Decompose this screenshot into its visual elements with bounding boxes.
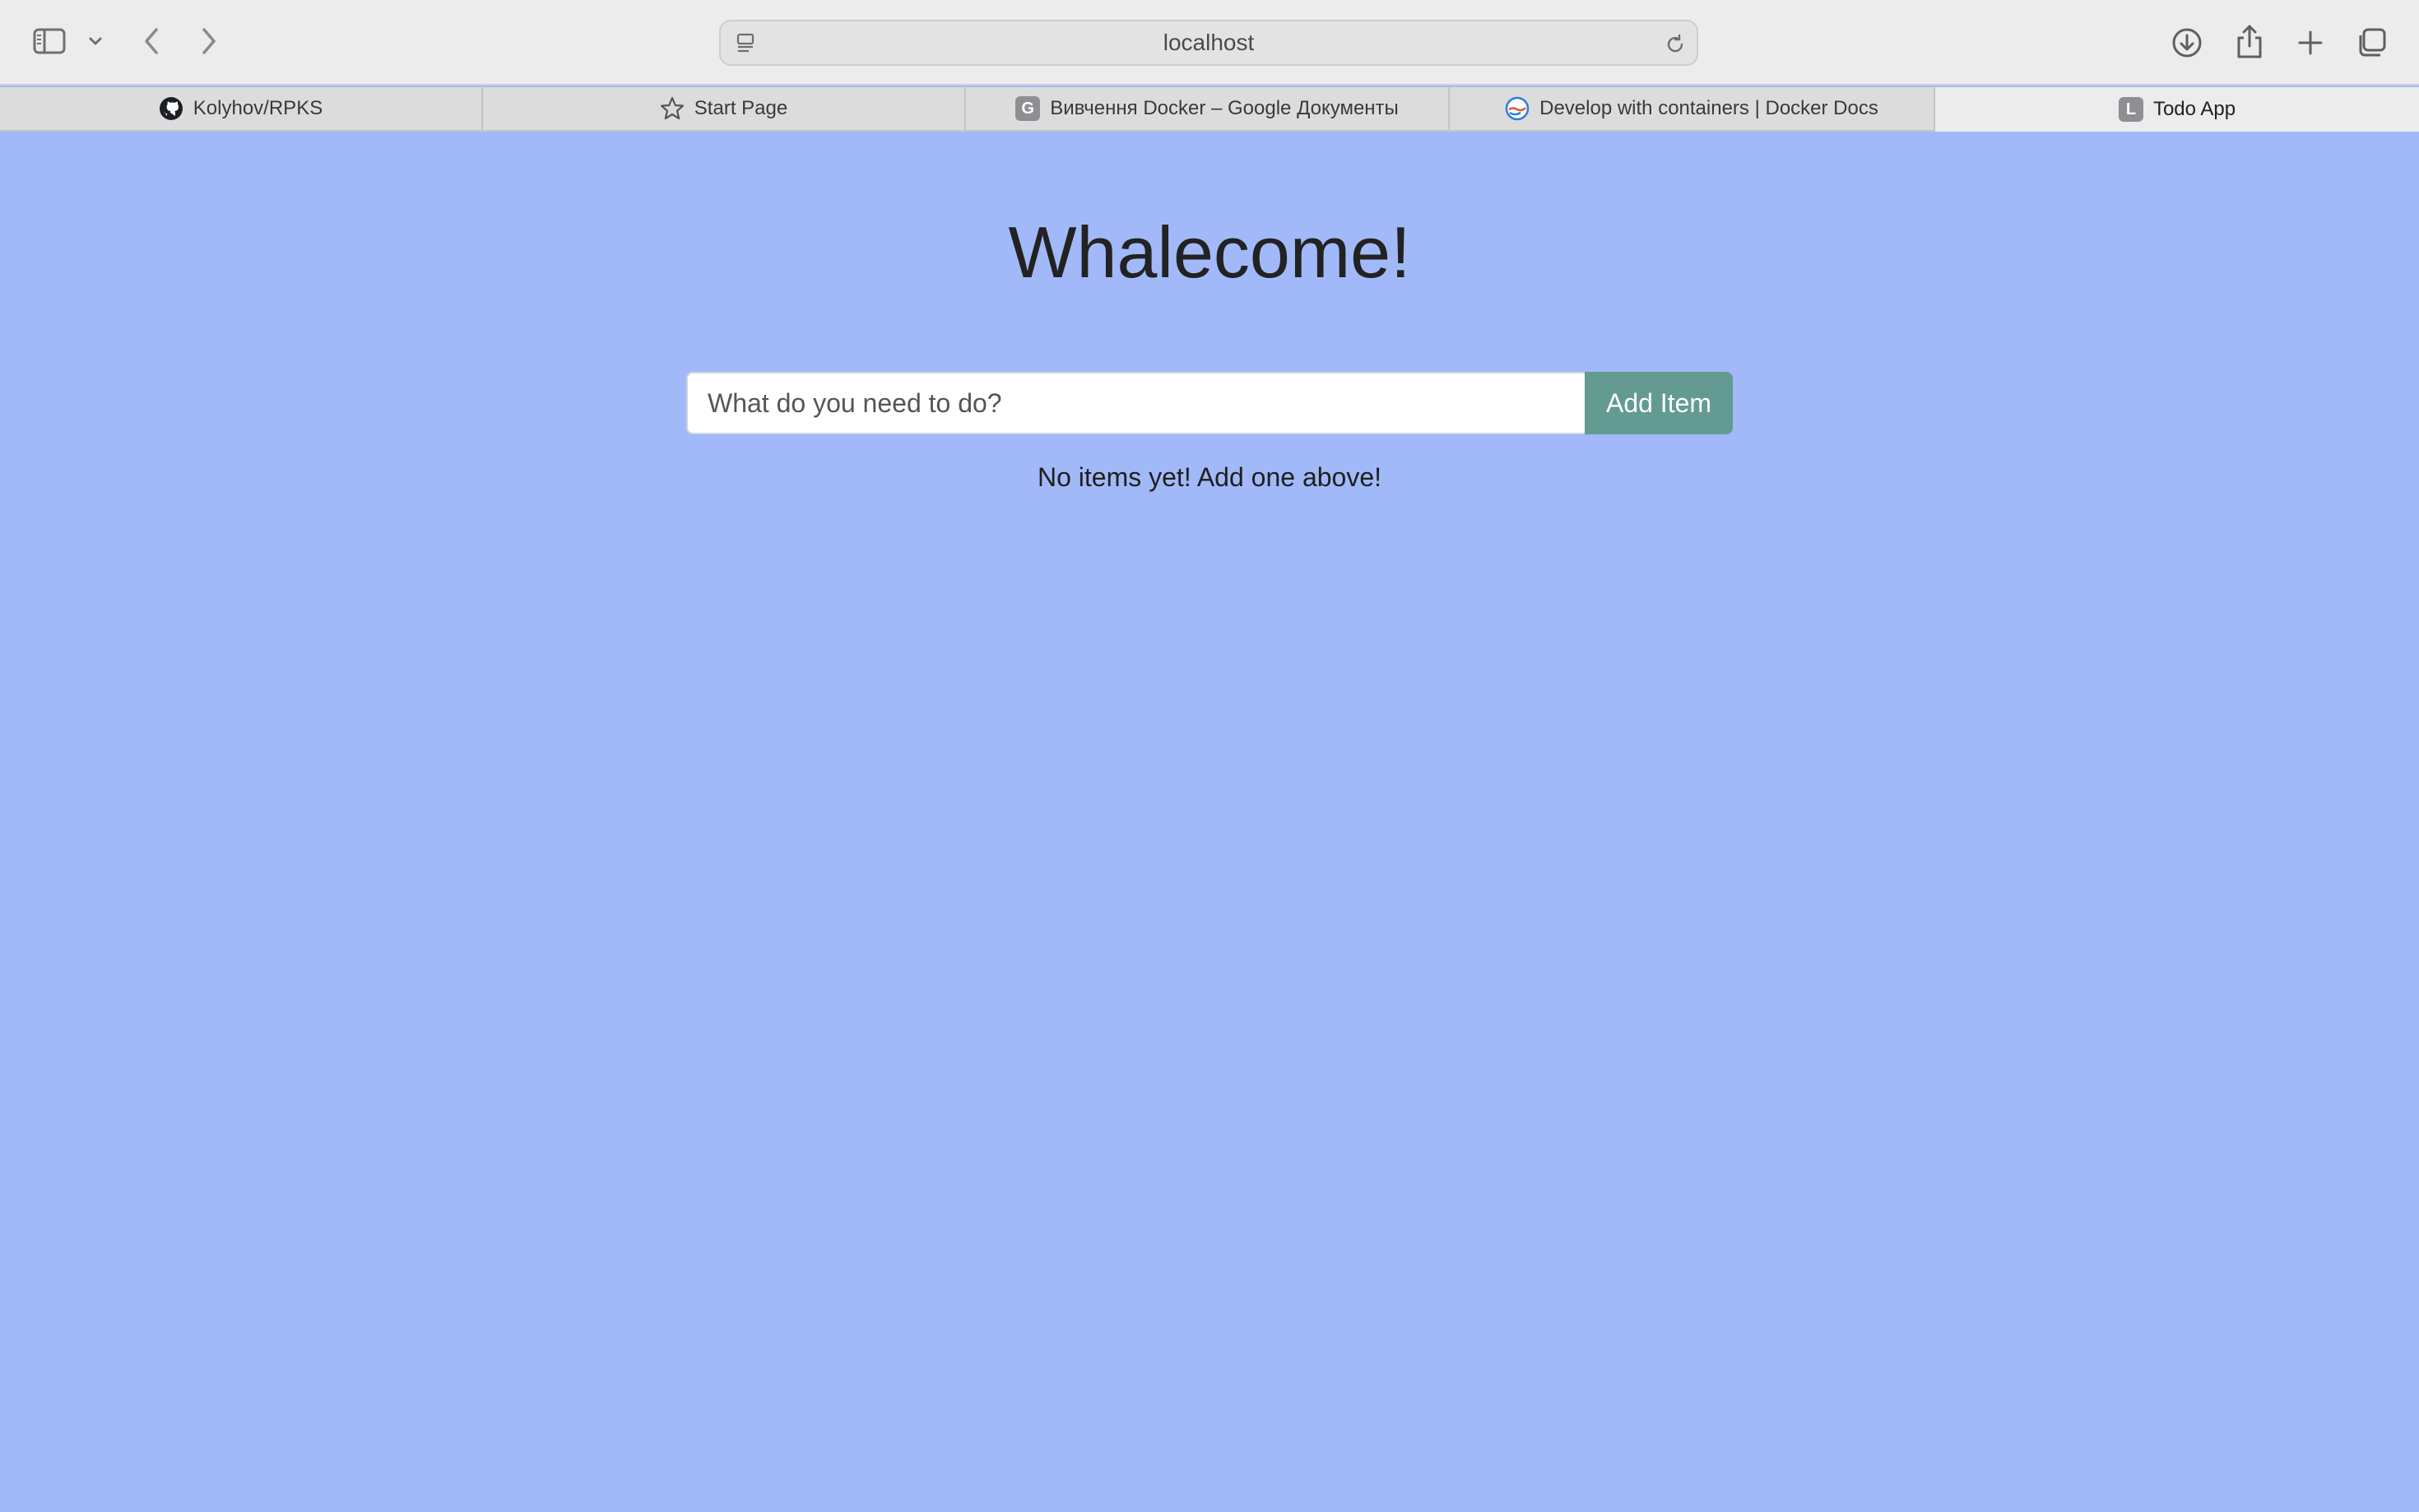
todo-app-page: Whalecome! Add Item No items yet! Add on… xyxy=(0,132,2419,1512)
tab-label: Develop with containers | Docker Docs xyxy=(1539,97,1878,119)
empty-list-message: No items yet! Add one above! xyxy=(1037,462,1382,492)
download-icon[interactable] xyxy=(2169,25,2205,61)
page-title: Whalecome! xyxy=(1008,211,1411,293)
chevron-down-icon[interactable] xyxy=(86,31,105,51)
sidebar-toggle-icon[interactable] xyxy=(31,25,67,58)
tab-todo-app[interactable]: L Todo App xyxy=(1935,87,2419,132)
address-bar[interactable]: localhost xyxy=(719,20,1698,66)
browser-toolbar: localhost xyxy=(0,0,2419,86)
docker-icon xyxy=(1505,96,1530,121)
tab-docker-google-doc[interactable]: G Вивчення Docker – Google Документы xyxy=(966,87,1450,132)
add-item-button[interactable]: Add Item xyxy=(1585,372,1733,434)
github-icon xyxy=(159,96,183,121)
tab-label: Todo App xyxy=(2152,98,2236,120)
add-item-form: Add Item xyxy=(686,372,1733,434)
tab-start-page[interactable]: Start Page xyxy=(483,87,966,132)
back-arrow-icon[interactable] xyxy=(137,23,166,59)
star-icon xyxy=(660,96,685,121)
new-item-input[interactable] xyxy=(686,372,1585,434)
tab-bar: Kolyhov/RPKS Start Page G Вивчення Docke… xyxy=(0,87,2419,132)
tab-label: Start Page xyxy=(694,97,788,119)
tab-overview-icon[interactable] xyxy=(2353,25,2389,61)
tab-label: Kolyhov/RPKS xyxy=(193,97,323,119)
tab-kolyhov-rpks[interactable]: Kolyhov/RPKS xyxy=(0,87,483,132)
forward-arrow-icon[interactable] xyxy=(194,23,224,59)
g-favicon-icon: G xyxy=(1015,96,1041,121)
tab-docker-docs[interactable]: Develop with containers | Docker Docs xyxy=(1450,87,1935,132)
tab-label: Вивчення Docker – Google Документы xyxy=(1050,97,1399,119)
reload-icon[interactable] xyxy=(1662,31,1688,58)
new-tab-plus-icon[interactable] xyxy=(2292,25,2328,61)
url-text[interactable]: localhost xyxy=(721,21,1697,64)
l-favicon-icon: L xyxy=(2118,97,2143,122)
share-icon[interactable] xyxy=(2231,21,2268,61)
